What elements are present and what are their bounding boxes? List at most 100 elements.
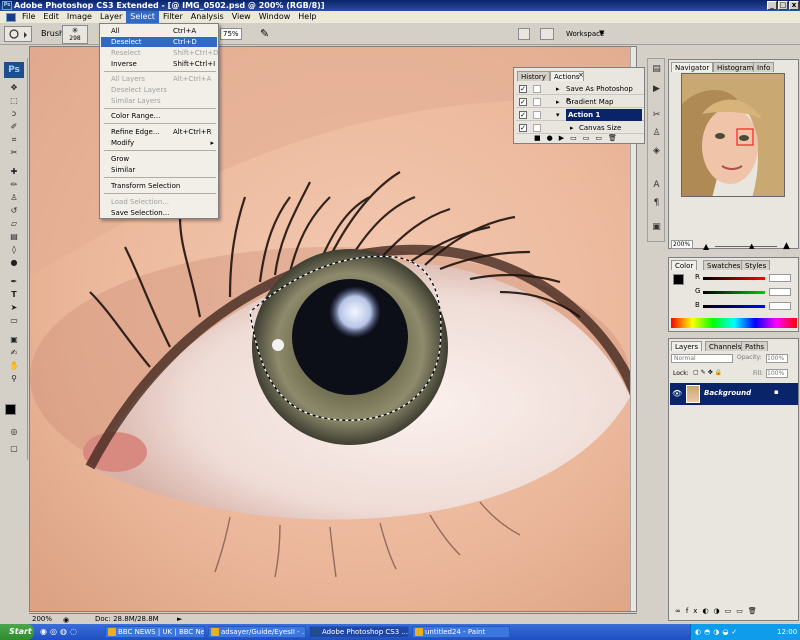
collapse-arrow-icon[interactable]: ▾ xyxy=(556,109,560,121)
menu-filter[interactable]: Filter xyxy=(159,11,187,23)
check-icon[interactable]: ✓ xyxy=(519,85,527,93)
menu-item-transform-selection[interactable]: Transform Selection xyxy=(101,181,217,191)
action-row-selected[interactable]: ✓ ▾ Action 1 xyxy=(516,109,644,121)
menu-item-similar[interactable]: Similar xyxy=(101,165,217,175)
menu-item-all[interactable]: All Ctrl+A xyxy=(101,26,217,36)
tab-swatches[interactable]: Swatches xyxy=(703,260,745,270)
gradient-tool-icon[interactable]: ▤ xyxy=(8,231,20,242)
tab-layers[interactable]: Layers xyxy=(671,341,703,351)
green-slider[interactable] xyxy=(703,291,765,294)
document-icon[interactable] xyxy=(518,28,530,40)
check-icon[interactable]: ✓ xyxy=(519,111,527,119)
menu-item-grow[interactable]: Grow xyxy=(101,154,217,164)
quick-launch-icons[interactable]: ◉◎◍◌ xyxy=(40,627,80,636)
taskbar-item-bbc[interactable]: BBC NEWS | UK | BBC Ne... xyxy=(105,626,205,638)
title-bar[interactable]: Ps Adobe Photoshop CS3 Extended - [@ IMG… xyxy=(0,0,800,11)
action-row[interactable]: ✓ ▸ Save As Photoshop P... xyxy=(516,83,644,105)
menu-analysis[interactable]: Analysis xyxy=(187,11,228,23)
tools-icon[interactable]: ✂ xyxy=(650,109,663,122)
menu-item-refine-edge[interactable]: Refine Edge... Alt+Ctrl+R xyxy=(101,127,217,137)
status-menu-arrow-icon[interactable]: ► xyxy=(177,614,182,624)
history-brush-icon[interactable]: ↺ xyxy=(8,205,20,216)
expand-arrow-icon[interactable]: ▸ xyxy=(570,122,574,134)
menu-item-inverse[interactable]: Inverse Shift+Ctrl+I xyxy=(101,59,217,69)
paragraph-icon[interactable]: ¶ xyxy=(650,197,663,210)
dialog-toggle[interactable] xyxy=(533,85,541,93)
menu-edit[interactable]: Edit xyxy=(39,11,63,23)
tab-close-icon[interactable]: × xyxy=(578,71,584,79)
clone-stamp-icon[interactable]: ♙ xyxy=(8,192,20,203)
fill-field[interactable]: 100% xyxy=(766,369,788,378)
actions-play-icon[interactable]: ▶ xyxy=(650,83,663,96)
layer-comps-icon[interactable]: ◈ xyxy=(650,145,663,158)
crop-tool-icon[interactable]: ⌗ xyxy=(8,134,20,145)
pen-icon[interactable]: ✎ xyxy=(260,27,269,40)
zoom-out-icon[interactable]: ▲ xyxy=(703,242,709,251)
blend-mode-select[interactable]: Normal xyxy=(671,354,733,363)
tab-history[interactable]: History xyxy=(517,71,550,81)
action-row[interactable]: ✓ ▸ Canvas Size xyxy=(516,122,644,134)
tab-channels[interactable]: Channels xyxy=(705,341,746,351)
layer-row-background[interactable]: 👁 Background ▪ xyxy=(670,383,798,405)
character-icon[interactable]: A xyxy=(650,179,663,192)
zoom-tool-icon[interactable]: ⚲ xyxy=(8,373,20,384)
foreground-color-swatch[interactable] xyxy=(5,404,16,415)
navigator-zoom-field[interactable]: 200% xyxy=(671,240,693,249)
action-row[interactable]: ✓ ▸ Gradient Map xyxy=(516,96,644,108)
app-menu-icon[interactable] xyxy=(6,12,16,22)
menu-layer[interactable]: Layer xyxy=(96,11,126,23)
hand-tool-icon[interactable]: ✋ xyxy=(8,360,20,371)
layers-footer-buttons[interactable]: ∞fx◐◑▭▭🗑 xyxy=(675,607,762,615)
marquee-tool-icon[interactable]: ⬚ xyxy=(8,95,20,106)
tab-navigator[interactable]: Navigator xyxy=(671,62,714,72)
menu-item-modify[interactable]: Modify ▸ xyxy=(101,138,217,148)
dodge-tool-icon[interactable]: ● xyxy=(8,257,20,268)
navigator-thumbnail[interactable] xyxy=(681,73,785,197)
tab-histogram[interactable]: Histogram xyxy=(713,62,758,72)
type-tool-icon[interactable]: T xyxy=(8,289,20,300)
actions-footer-buttons[interactable]: ■●▶▭▭▭🗑 xyxy=(534,134,642,144)
healing-brush-icon[interactable]: ✚ xyxy=(8,166,20,177)
foreground-color-swatch[interactable] xyxy=(673,274,684,285)
notes-icon[interactable]: ▣ xyxy=(650,221,663,234)
menu-image[interactable]: Image xyxy=(63,11,96,23)
red-value-field[interactable] xyxy=(769,274,791,282)
brush-tool-icon[interactable]: ✏ xyxy=(8,179,20,190)
close-button[interactable]: x xyxy=(789,1,799,10)
tray-icons[interactable]: ◐◓◑◒✓ xyxy=(695,624,740,640)
zoom-field[interactable]: 75% xyxy=(220,28,242,40)
tab-styles[interactable]: Styles xyxy=(741,260,771,270)
expand-arrow-icon[interactable]: ▸ xyxy=(556,83,560,95)
opacity-field[interactable]: 100% xyxy=(766,354,788,363)
bridge-icon[interactable] xyxy=(540,28,554,40)
zoom-slider-thumb-icon[interactable]: ▲ xyxy=(749,242,754,250)
brush-picker[interactable]: ✳ 298 xyxy=(62,25,88,44)
menu-window[interactable]: Window xyxy=(255,11,295,23)
lock-icons[interactable]: ▢✎✥🔒 xyxy=(693,369,724,376)
red-slider[interactable] xyxy=(703,277,765,280)
history-icon[interactable]: ▤ xyxy=(650,63,663,76)
move-tool-icon[interactable]: ✥ xyxy=(8,82,20,93)
dialog-toggle[interactable] xyxy=(533,124,541,132)
clock[interactable]: 12:00 xyxy=(777,624,797,640)
maximize-button[interactable]: □ xyxy=(778,1,788,10)
blue-value-field[interactable] xyxy=(769,302,791,310)
taskbar-item-photoshop[interactable]: Adobe Photoshop CS3 ... xyxy=(309,626,409,638)
tab-color[interactable]: Color xyxy=(671,260,698,270)
navigator-zoom-slider[interactable] xyxy=(715,246,777,247)
menu-view[interactable]: View xyxy=(228,11,255,23)
lasso-tool-icon[interactable]: ↄ xyxy=(8,108,20,119)
zoom-in-icon[interactable]: ▲ xyxy=(783,241,790,251)
color-spectrum-ramp[interactable] xyxy=(671,318,797,328)
expand-arrow-icon[interactable]: ▸ xyxy=(556,96,560,108)
check-icon[interactable]: ✓ xyxy=(519,124,527,132)
slice-tool-icon[interactable]: ✂ xyxy=(8,147,20,158)
shape-tool-icon[interactable]: ▭ xyxy=(8,315,20,326)
tab-paths[interactable]: Paths xyxy=(741,341,769,351)
quick-mask-icon[interactable]: ◎ xyxy=(8,426,20,437)
taskbar-item-guide[interactable]: adsayer/Guide/EyesII - ... xyxy=(208,626,306,638)
menu-item-color-range[interactable]: Color Range... xyxy=(101,111,217,121)
menu-select[interactable]: Select xyxy=(126,11,159,23)
green-value-field[interactable] xyxy=(769,288,791,296)
tab-info[interactable]: Info xyxy=(753,62,775,72)
